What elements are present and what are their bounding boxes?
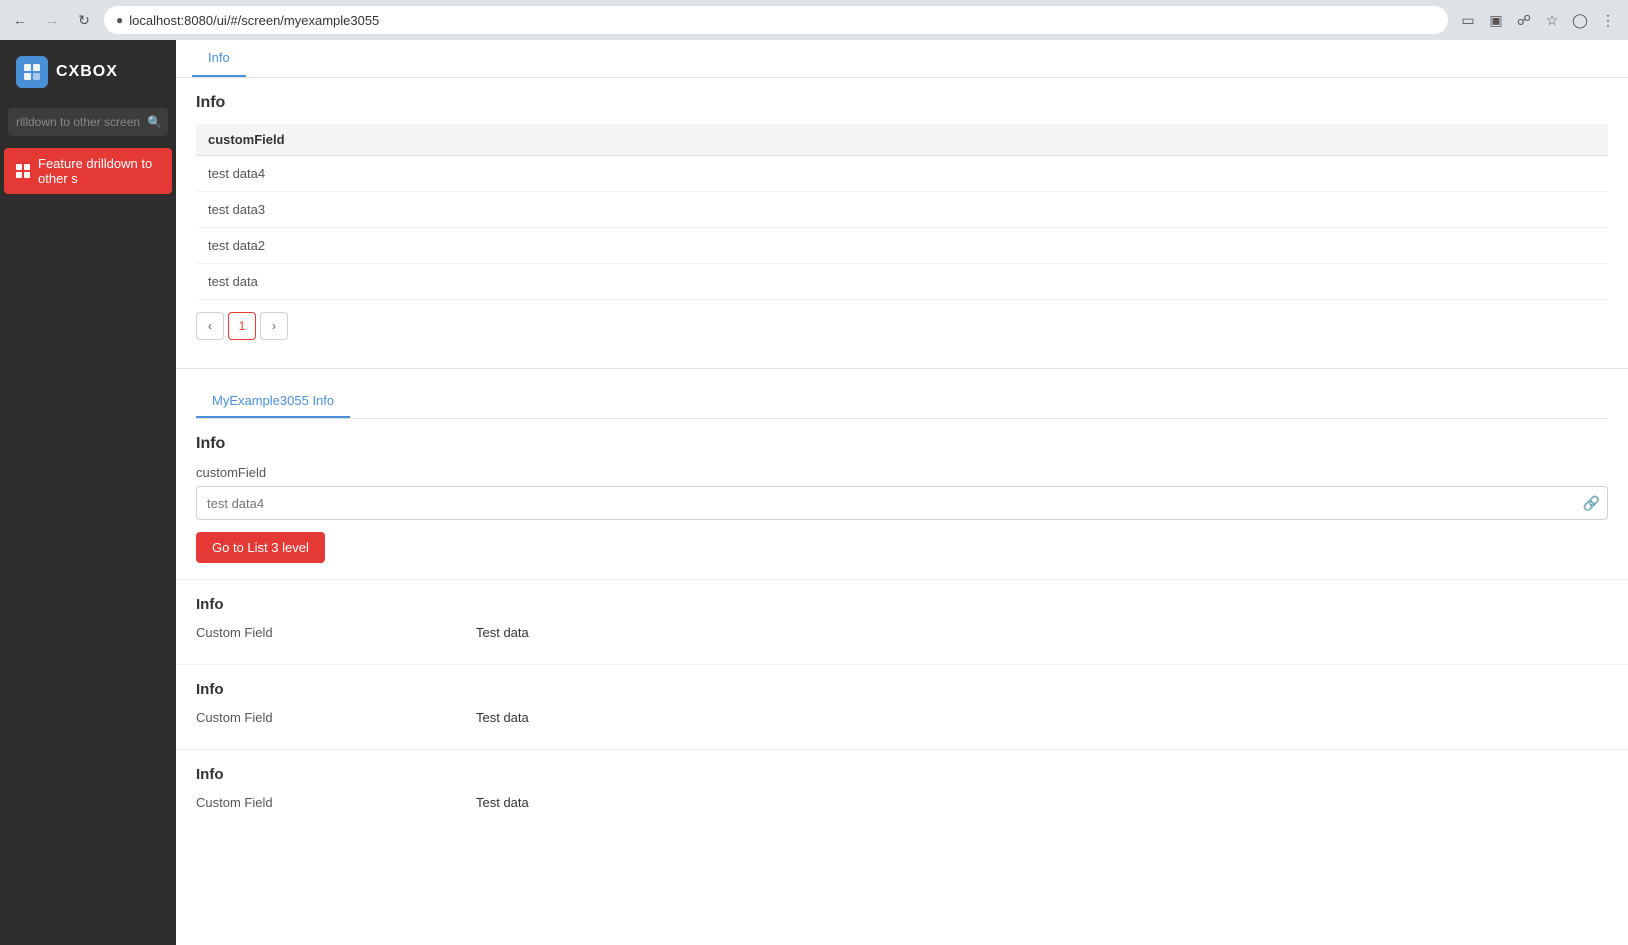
search-input[interactable] [8,108,168,136]
sidebar-menu: Feature drilldown to other s [0,140,176,945]
info-row-value: Test data [476,710,529,725]
browser-actions: ▭ ▣ ☍ ☆ ◯ ⋮ [1456,8,1620,32]
table-cell-customfield: test data3 [196,192,1608,228]
go-to-list-3-level-button[interactable]: Go to List 3 level [196,532,325,563]
lock-icon: ● [116,13,123,27]
logo-text: CXBOX [56,63,118,81]
grid-icon [16,163,30,179]
url-text: localhost:8080/ui/#/screen/myexample3055 [129,13,379,28]
list-section-title: Info [196,94,1608,112]
sidebar-item-feature-drilldown[interactable]: Feature drilldown to other s [4,148,172,194]
prev-page-button[interactable]: ‹ [196,312,224,340]
table-cell-customfield: test data2 [196,228,1608,264]
top-tab-bar: Info [176,40,1628,78]
info-row-2-0: Custom FieldTest data [196,795,1608,810]
table-row[interactable]: test data [196,264,1608,300]
search-icon: 🔍 [147,115,162,129]
info-row-value: Test data [476,795,529,810]
info-cards-container: InfoCustom FieldTest dataInfoCustom Fiel… [176,579,1628,834]
search-wrapper: 🔍 [8,108,168,136]
sidebar-search-container: 🔍 [0,104,176,140]
info-row-1-0: Custom FieldTest data [196,710,1608,725]
table-cell-customfield: test data4 [196,156,1608,192]
info-card-1: Info Custom FieldTest data [176,664,1628,749]
main-content: Info Info customField test data4test dat… [176,40,1628,945]
list-table-header-row: customField [196,124,1608,156]
info-row-label: Custom Field [196,625,476,640]
logo-icon [16,56,48,88]
info-row-label: Custom Field [196,710,476,725]
reload-button[interactable]: ↻ [72,8,96,32]
form-field-label: customField [196,465,1608,480]
list-table-head: customField [196,124,1608,156]
table-cell-customfield: test data [196,264,1608,300]
bookmark-button[interactable]: ☆ [1540,8,1564,32]
list-table: customField test data4test data3test dat… [196,124,1608,300]
list-content-section: Info customField test data4test data3tes… [176,78,1628,368]
next-page-button[interactable]: › [260,312,288,340]
inner-tab-bar: MyExample3055 Info [196,385,1608,419]
page-1-button[interactable]: 1 [228,312,256,340]
info-card-title-1: Info [196,681,1608,698]
tab-info[interactable]: Info [192,40,246,77]
info-row-0-0: Custom FieldTest data [196,625,1608,640]
sidebar-logo: CXBOX [0,40,176,104]
cast-button[interactable]: ▭ [1456,8,1480,32]
inner-tab-myexample3055[interactable]: MyExample3055 Info [196,385,350,418]
info-card-title-0: Info [196,596,1608,613]
forward-button[interactable]: → [40,8,64,32]
list-table-body: test data4test data3test data2test data [196,156,1608,300]
custom-field-input[interactable] [196,486,1608,520]
info-row-label: Custom Field [196,795,476,810]
table-row[interactable]: test data4 [196,156,1608,192]
info-card-title-2: Info [196,766,1608,783]
profile-button[interactable]: ◯ [1568,8,1592,32]
table-row[interactable]: test data3 [196,192,1608,228]
form-section: MyExample3055 Info Info customField 🔗 Go… [176,369,1628,579]
browser-chrome: ← → ↻ ● localhost:8080/ui/#/screen/myexa… [0,0,1628,40]
sidebar-item-label: Feature drilldown to other s [38,156,160,186]
menu-button[interactable]: ⋮ [1596,8,1620,32]
zoom-button[interactable]: ☍ [1512,8,1536,32]
sidebar: CXBOX 🔍 Feature drilldown to other s [0,40,176,945]
info-card-2: Info Custom FieldTest data [176,749,1628,834]
info-row-value: Test data [476,625,529,640]
table-row[interactable]: test data2 [196,228,1608,264]
info-card-0: Info Custom FieldTest data [176,579,1628,664]
col-header-customfield: customField [196,124,1608,156]
app-layout: CXBOX 🔍 Feature drilldown to other s [0,40,1628,945]
form-input-wrapper: 🔗 [196,486,1608,520]
form-field-group: customField 🔗 [196,465,1608,520]
translate-button[interactable]: ▣ [1484,8,1508,32]
pagination: ‹ 1 › [196,300,1608,352]
form-section-title: Info [196,435,1608,453]
link-icon[interactable]: 🔗 [1583,495,1600,512]
address-bar: ● localhost:8080/ui/#/screen/myexample30… [104,6,1448,34]
back-button[interactable]: ← [8,8,32,32]
